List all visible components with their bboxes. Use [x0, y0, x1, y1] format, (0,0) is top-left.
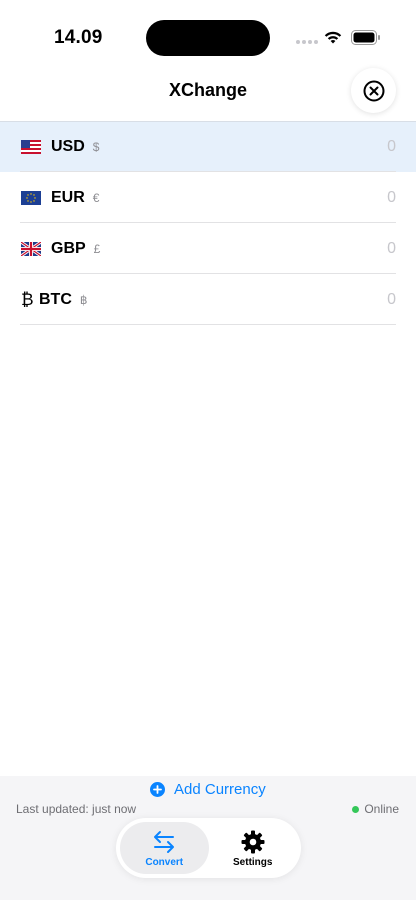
currency-row-usd[interactable]: USD $ 0	[0, 121, 416, 172]
tab-bar: Convert Settings	[116, 818, 301, 878]
app-header: XChange	[0, 68, 416, 122]
status-bar: 14.09	[0, 0, 416, 76]
currency-symbol: £	[93, 241, 101, 256]
currency-symbol: ฿	[79, 292, 88, 307]
status-time: 14.09	[54, 27, 103, 48]
plus-circle-icon	[150, 782, 165, 797]
online-status: Online	[352, 802, 399, 816]
close-button[interactable]	[351, 68, 396, 113]
uk-flag-icon	[21, 241, 41, 256]
dynamic-island	[146, 20, 270, 56]
currency-amount-input[interactable]: 0	[387, 240, 396, 258]
close-icon	[363, 80, 384, 101]
eu-flag-icon	[21, 190, 41, 205]
gear-icon	[241, 830, 265, 853]
online-indicator-icon	[352, 805, 360, 813]
us-flag-icon	[21, 139, 41, 154]
tab-label: Convert	[145, 856, 184, 868]
battery-icon	[351, 30, 380, 45]
bitcoin-icon: ₿	[21, 289, 34, 310]
currency-symbol: $	[92, 139, 100, 154]
currency-amount-input[interactable]: 0	[387, 189, 396, 207]
add-currency-label: Add Currency	[174, 781, 266, 798]
currency-row-gbp[interactable]: GBP £ 0	[0, 223, 416, 274]
currency-code: GBP	[51, 239, 86, 257]
currency-amount-input[interactable]: 0	[387, 291, 396, 309]
cellular-signal-icon	[296, 40, 318, 44]
wifi-icon	[324, 31, 342, 44]
tab-label: Settings	[233, 856, 273, 868]
currency-row-eur[interactable]: EUR € 0	[0, 172, 416, 223]
tab-settings[interactable]: Settings	[209, 822, 298, 874]
currency-list: USD $ 0 EUR € 0 GBP £ 0 ₿ BTC ฿ 0	[0, 121, 416, 325]
currency-code: BTC	[39, 290, 72, 308]
currency-symbol: €	[92, 190, 100, 205]
currency-row-btc[interactable]: ₿ BTC ฿ 0	[0, 274, 416, 325]
online-label: Online	[364, 802, 399, 816]
currency-code: USD	[51, 137, 85, 155]
add-currency-button[interactable]: Add Currency	[150, 781, 266, 798]
tab-convert[interactable]: Convert	[120, 822, 209, 874]
currency-code: EUR	[51, 188, 85, 206]
last-updated-text: Last updated: just now	[16, 802, 137, 816]
arrows-swap-icon	[154, 830, 175, 853]
currency-amount-input[interactable]: 0	[387, 138, 396, 156]
